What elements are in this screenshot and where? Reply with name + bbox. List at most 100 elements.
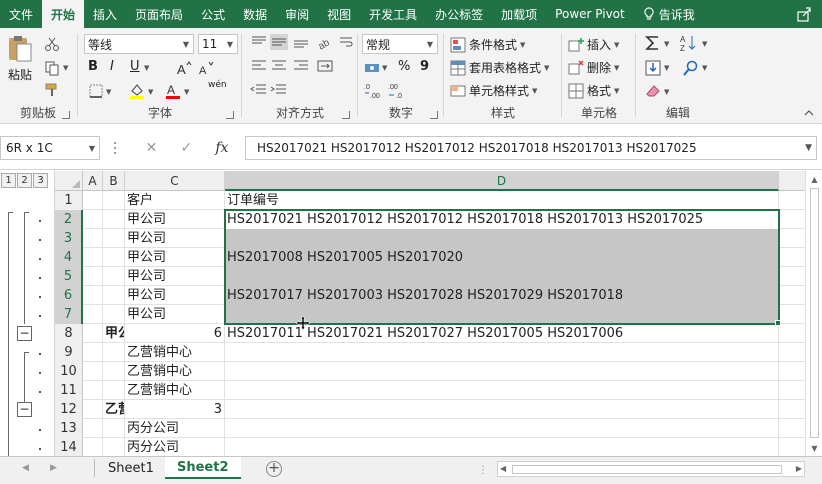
expand-formula-icon[interactable]: ▼	[805, 143, 812, 153]
cell-a[interactable]	[83, 229, 103, 248]
tab-home[interactable]: 开始	[42, 0, 85, 28]
row-header[interactable]: 9	[55, 343, 83, 362]
format-painter-icon[interactable]	[44, 82, 60, 98]
row-header[interactable]: 14	[55, 438, 83, 456]
cell-c[interactable]: 客户	[125, 191, 225, 210]
cell-c[interactable]: 乙营销中心	[125, 343, 225, 362]
share-icon[interactable]	[796, 6, 812, 22]
cell-a[interactable]	[83, 210, 103, 229]
fill-color-dropdown-icon[interactable]: ▼	[148, 88, 153, 96]
decrease-indent-icon[interactable]	[250, 82, 268, 98]
add-sheet-button[interactable]: +	[266, 461, 282, 477]
insert-function-button[interactable]: fx	[215, 140, 228, 156]
cell-d[interactable]	[225, 267, 779, 286]
increase-decimal-icon[interactable]: .0.00	[364, 82, 384, 100]
vertical-scrollbar[interactable]: ▲ ▼	[805, 170, 822, 456]
cell-d[interactable]: HS2017008 HS2017005 HS2017020	[225, 248, 779, 267]
cell-a[interactable]	[83, 305, 103, 324]
increase-indent-icon[interactable]	[270, 82, 288, 98]
scroll-left-icon[interactable]: ◀	[500, 464, 506, 473]
font-launcher-icon[interactable]	[226, 111, 234, 119]
format-cells-button[interactable]: 格式 ▼	[568, 82, 619, 99]
find-select-icon[interactable]	[682, 59, 700, 77]
tab-office-tab[interactable]: 办公标签	[426, 0, 492, 28]
column-header-d[interactable]: D	[225, 171, 779, 191]
cut-icon[interactable]	[44, 36, 60, 52]
autosum-icon[interactable]	[644, 34, 662, 52]
fill-color-icon[interactable]	[128, 82, 146, 100]
cell-a[interactable]	[83, 324, 103, 343]
scroll-down-icon[interactable]: ▼	[806, 441, 822, 456]
column-header-a[interactable]: A	[83, 171, 103, 191]
row-header[interactable]: 13	[55, 419, 83, 438]
tell-me-box[interactable]: 告诉我	[634, 0, 704, 28]
cell-styles-button[interactable]: 单元格样式 ▼	[450, 82, 537, 99]
sort-filter-icon[interactable]: AZ	[680, 34, 700, 52]
cell-a[interactable]	[83, 248, 103, 267]
cell-d[interactable]	[225, 362, 779, 381]
underline-dropdown-icon[interactable]: ▼	[144, 64, 149, 72]
sheet-tab-sheet1[interactable]: Sheet1	[96, 457, 166, 479]
row-header[interactable]: 12	[55, 400, 83, 419]
find-dropdown-icon[interactable]: ▼	[702, 64, 707, 72]
cell-c[interactable]: 甲公司	[125, 248, 225, 267]
cell-a[interactable]	[83, 381, 103, 400]
cell-b[interactable]: 乙营	[103, 400, 125, 419]
align-right-icon[interactable]	[292, 58, 310, 74]
accounting-format-icon[interactable]	[364, 60, 380, 76]
align-left-icon[interactable]	[250, 58, 268, 74]
copy-icon[interactable]	[44, 60, 60, 76]
horizontal-scroll-thumb[interactable]	[512, 465, 782, 474]
number-format-dropdown[interactable]: 常规 ▼	[362, 34, 438, 54]
number-launcher-icon[interactable]	[430, 111, 438, 119]
collapse-ribbon-icon[interactable]	[804, 109, 814, 117]
cell-c[interactable]: 6	[125, 324, 225, 343]
fill-dropdown-icon[interactable]: ▼	[664, 64, 669, 72]
align-bottom-icon[interactable]	[292, 34, 310, 50]
cell-a[interactable]	[83, 343, 103, 362]
italic-button[interactable]: I	[110, 59, 114, 74]
scroll-up-icon[interactable]: ▲	[806, 172, 822, 187]
cell-b[interactable]	[103, 343, 125, 362]
collapse-group-button[interactable]: −	[17, 402, 32, 417]
prev-sheet-icon[interactable]: ◀	[22, 463, 29, 473]
column-header-b[interactable]: B	[103, 171, 125, 191]
tab-power-pivot[interactable]: Power Pivot	[546, 0, 634, 28]
cell-d[interactable]	[225, 229, 779, 248]
cell-b[interactable]	[103, 381, 125, 400]
vertical-scroll-thumb[interactable]	[810, 188, 819, 438]
font-size-dropdown[interactable]: 11 ▼	[198, 34, 238, 54]
cell-c[interactable]: 甲公司	[125, 210, 225, 229]
select-all-button[interactable]	[55, 171, 83, 191]
cell-b[interactable]: 甲公	[103, 324, 125, 343]
conditional-format-button[interactable]: 条件格式 ▼	[450, 36, 525, 53]
cell-a[interactable]	[83, 362, 103, 381]
tab-formulas[interactable]: 公式	[192, 0, 234, 28]
comma-button[interactable]: 9	[420, 59, 429, 74]
cell-d[interactable]	[225, 419, 779, 438]
row-header[interactable]: 8	[55, 324, 83, 343]
tab-file[interactable]: 文件	[0, 0, 42, 28]
horizontal-scrollbar[interactable]: ◀ ▶	[497, 461, 805, 477]
cell-d[interactable]	[225, 343, 779, 362]
cell-d[interactable]	[225, 381, 779, 400]
tab-data[interactable]: 数据	[234, 0, 276, 28]
formula-bar-grip[interactable]	[114, 142, 118, 154]
cell-c[interactable]: 丙分公司	[125, 419, 225, 438]
cancel-icon[interactable]: ✕	[146, 140, 158, 156]
scroll-right-icon[interactable]: ▶	[796, 464, 802, 473]
fill-down-icon[interactable]	[644, 59, 662, 77]
cell-c[interactable]: 甲公司	[125, 305, 225, 324]
tab-review[interactable]: 审阅	[276, 0, 318, 28]
tab-view[interactable]: 视图	[318, 0, 360, 28]
collapse-group-button[interactable]: −	[17, 326, 32, 341]
next-sheet-icon[interactable]: ▶	[50, 463, 57, 473]
cell-c[interactable]: 甲公司	[125, 229, 225, 248]
paste-button[interactable]: 粘贴	[6, 34, 34, 83]
row-header[interactable]: 3	[55, 229, 83, 248]
row-header[interactable]: 2	[55, 210, 83, 229]
row-header[interactable]: 11	[55, 381, 83, 400]
confirm-icon[interactable]: ✓	[180, 140, 192, 156]
autosum-dropdown-icon[interactable]: ▼	[664, 40, 669, 48]
cell-c[interactable]: 甲公司	[125, 286, 225, 305]
